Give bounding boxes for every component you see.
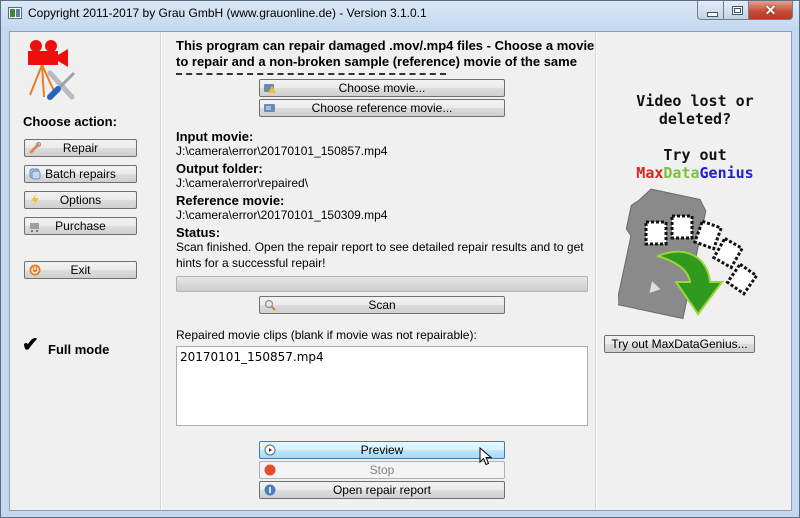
info-icon [264, 484, 276, 496]
app-icon [8, 7, 22, 19]
repair-button[interactable]: Repair [24, 139, 137, 157]
brand-part-max: Max [636, 164, 664, 182]
exit-label: Exit [70, 263, 91, 277]
camera-tools-icon [28, 40, 76, 100]
choose-reference-movie-label: Choose reference movie... [311, 101, 453, 115]
full-mode-label: Full mode [48, 342, 110, 357]
preview-button[interactable]: Preview [259, 441, 505, 459]
options-button[interactable]: Options [24, 191, 137, 209]
reference-movie-label: Reference movie: [176, 193, 285, 208]
reference-movie-value: J:\camera\error\20170101_150309.mp4 [176, 208, 388, 222]
movie-icon [264, 104, 275, 112]
brand-name: MaxDataGenius [600, 164, 790, 182]
open-repair-report-button[interactable]: Open repair report [259, 481, 505, 499]
options-label: Options [59, 193, 102, 207]
promo-divider [595, 32, 597, 510]
repair-label: Repair [62, 141, 99, 155]
exit-button[interactable]: Exit [24, 261, 137, 279]
mouse-cursor-icon [479, 447, 493, 466]
lightning-icon [31, 194, 39, 206]
maximize-icon [732, 6, 743, 15]
stop-icon [264, 464, 276, 476]
close-button[interactable]: ✕ [748, 1, 793, 20]
input-movie-value: J:\camera\error\20170101_150857.mp4 [176, 144, 388, 158]
movie-warning-icon [264, 84, 276, 93]
output-folder-value: J:\camera\error\repaired\ [176, 176, 309, 190]
repaired-clips-label: Repaired movie clips (blank if movie was… [176, 328, 477, 342]
batch-repairs-label: Batch repairs [45, 167, 116, 181]
preview-label: Preview [360, 443, 404, 457]
open-repair-report-label: Open repair report [332, 483, 432, 497]
client-area: Choose action: Repair Batch repairs Opti… [9, 31, 792, 511]
repaired-clips-list[interactable]: 20170101_150857.mp4 [176, 346, 588, 426]
promo-line1: Video lost or [636, 92, 754, 110]
try-maxdatagenius-label: Try out MaxDataGenius... [611, 337, 748, 351]
stop-label: Stop [369, 463, 395, 477]
brand-part-genius: Genius [699, 164, 754, 182]
maximize-button[interactable] [723, 1, 749, 20]
scan-button[interactable]: Scan [259, 296, 505, 314]
purchase-label: Purchase [55, 219, 106, 233]
progress-bar [176, 276, 588, 292]
input-movie-label: Input movie: [176, 129, 254, 144]
output-folder-label: Output folder: [176, 161, 263, 176]
status-label: Status: [176, 225, 221, 240]
close-icon: ✕ [764, 2, 777, 18]
magnifier-icon [264, 299, 276, 311]
window-title: Copyright 2011-2017 by Grau GmbH (www.gr… [28, 6, 427, 20]
sd-card-recovery-icon [618, 188, 759, 320]
app-window: Copyright 2011-2017 by Grau GmbH (www.gr… [0, 0, 800, 518]
checkmark-icon: ✔ [22, 334, 39, 356]
stop-button[interactable]: Stop [259, 461, 505, 479]
scan-label: Scan [368, 298, 396, 312]
power-icon [29, 264, 41, 276]
intro-text-line2: to repair and a non-broken sample (refer… [176, 54, 577, 69]
choose-movie-button[interactable]: Choose movie... [259, 79, 505, 97]
sidebar-divider [160, 32, 162, 510]
minimize-icon [707, 12, 718, 17]
choose-action-heading: Choose action: [23, 114, 117, 129]
brand-part-data: Data [663, 164, 700, 182]
list-item[interactable]: 20170101_150857.mp4 [180, 350, 324, 364]
try-maxdatagenius-button[interactable]: Try out MaxDataGenius... [604, 335, 755, 353]
status-text-line2: hints for a successful repair! [176, 256, 326, 270]
wrench-icon [29, 142, 41, 154]
title-bar[interactable]: Copyright 2011-2017 by Grau GmbH (www.gr… [1, 1, 799, 26]
intro-text-overflow [176, 70, 596, 76]
promo-line3: Try out [663, 146, 727, 164]
batch-icon [29, 168, 41, 180]
batch-repairs-button[interactable]: Batch repairs [24, 165, 137, 183]
intro-text-line1: This program can repair damaged .mov/.mp… [176, 38, 595, 53]
promo-line2: deleted? [658, 110, 732, 128]
purchase-button[interactable]: Purchase [24, 217, 137, 235]
status-text-line1: Scan finished. Open the repair report to… [176, 240, 584, 254]
cart-icon [30, 223, 39, 232]
play-icon [264, 444, 276, 456]
choose-movie-label: Choose movie... [338, 81, 426, 95]
choose-reference-movie-button[interactable]: Choose reference movie... [259, 99, 505, 117]
minimize-button[interactable] [697, 1, 724, 20]
